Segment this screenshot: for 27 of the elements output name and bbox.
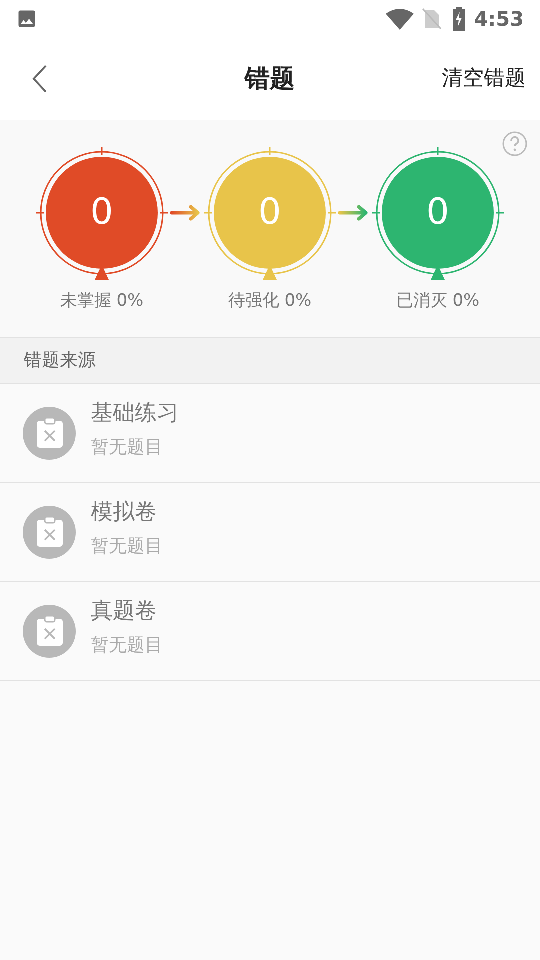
stat-label: 已消灭 0% — [396, 290, 480, 313]
image-icon — [16, 8, 38, 30]
wifi-icon — [386, 8, 414, 30]
page-title: 错题 — [245, 63, 295, 96]
source-status: 暂无题目 — [91, 635, 163, 657]
arrow-icon — [170, 205, 202, 221]
source-title: 真题卷 — [91, 599, 158, 625]
stat-label: 未掌握 0% — [60, 290, 144, 313]
stat-label: 待强化 0% — [228, 290, 312, 313]
help-icon[interactable] — [502, 131, 528, 157]
clear-button[interactable]: 清空错题 — [442, 63, 526, 95]
source-status: 暂无题目 — [91, 437, 164, 459]
no-sim-icon — [422, 8, 442, 30]
source-row[interactable]: 基础练习 暂无题目 — [0, 384, 540, 483]
source-row[interactable]: 真题卷 暂无题目 — [0, 582, 540, 681]
count: 0 — [90, 191, 114, 235]
source-row[interactable]: 模拟卷 暂无题目 — [0, 483, 540, 582]
section-title: 错题来源 — [24, 349, 96, 373]
source-title: 模拟卷 — [91, 500, 158, 526]
count: 0 — [426, 191, 450, 235]
source-status: 暂无题目 — [91, 536, 163, 558]
back-icon — [32, 64, 48, 94]
count: 0 — [258, 191, 282, 235]
arrow-icon — [338, 205, 370, 221]
source-title: 基础练习 — [91, 401, 179, 427]
clock: 4:53 — [474, 6, 524, 33]
battery-charging-icon — [452, 7, 466, 31]
